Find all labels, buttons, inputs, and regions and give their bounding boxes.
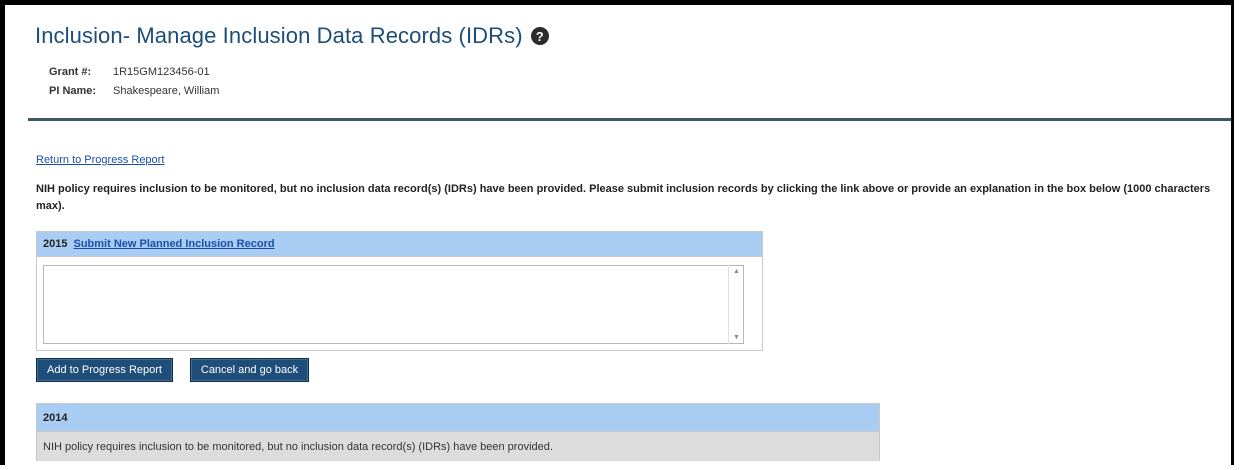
panel-2014-year: 2014: [43, 411, 68, 424]
title-row: Inclusion- Manage Inclusion Data Records…: [35, 23, 549, 49]
explanation-textarea[interactable]: [43, 265, 744, 344]
panel-2015: 2015 Submit New Planned Inclusion Record…: [36, 231, 763, 351]
grant-row: Grant #: 1R15GM123456-01: [49, 62, 219, 81]
policy-message: NIH policy requires inclusion to be moni…: [36, 183, 1211, 212]
grant-info: Grant #: 1R15GM123456-01 PI Name: Shakes…: [49, 62, 219, 100]
return-to-progress-report-link[interactable]: Return to Progress Report: [36, 154, 164, 166]
grant-label: Grant #:: [49, 65, 92, 78]
page-title: Inclusion- Manage Inclusion Data Records…: [35, 23, 523, 48]
add-to-progress-report-button[interactable]: Add to Progress Report: [36, 358, 173, 382]
help-icon[interactable]: ?: [530, 27, 549, 45]
pi-value: Shakespeare, William: [113, 84, 220, 97]
panel-2015-year: 2015: [43, 238, 68, 250]
panel-2014-header: 2014: [37, 404, 879, 432]
submit-new-planned-inclusion-record-link[interactable]: Submit New Planned Inclusion Record: [73, 238, 274, 250]
pi-label: PI Name:: [49, 84, 97, 97]
page-frame: Inclusion- Manage Inclusion Data Records…: [0, 0, 1234, 465]
panel-2014-message: NIH policy requires inclusion to be moni…: [37, 432, 879, 461]
panel-2015-header: 2015 Submit New Planned Inclusion Record: [37, 232, 762, 257]
panel-2014: 2014 NIH policy requires inclusion to be…: [36, 403, 880, 461]
cancel-and-go-back-button[interactable]: Cancel and go back: [190, 358, 309, 382]
header-divider: [28, 118, 1231, 121]
pi-row: PI Name: Shakespeare, William: [49, 81, 219, 100]
grant-value: 1R15GM123456-01: [113, 65, 210, 78]
